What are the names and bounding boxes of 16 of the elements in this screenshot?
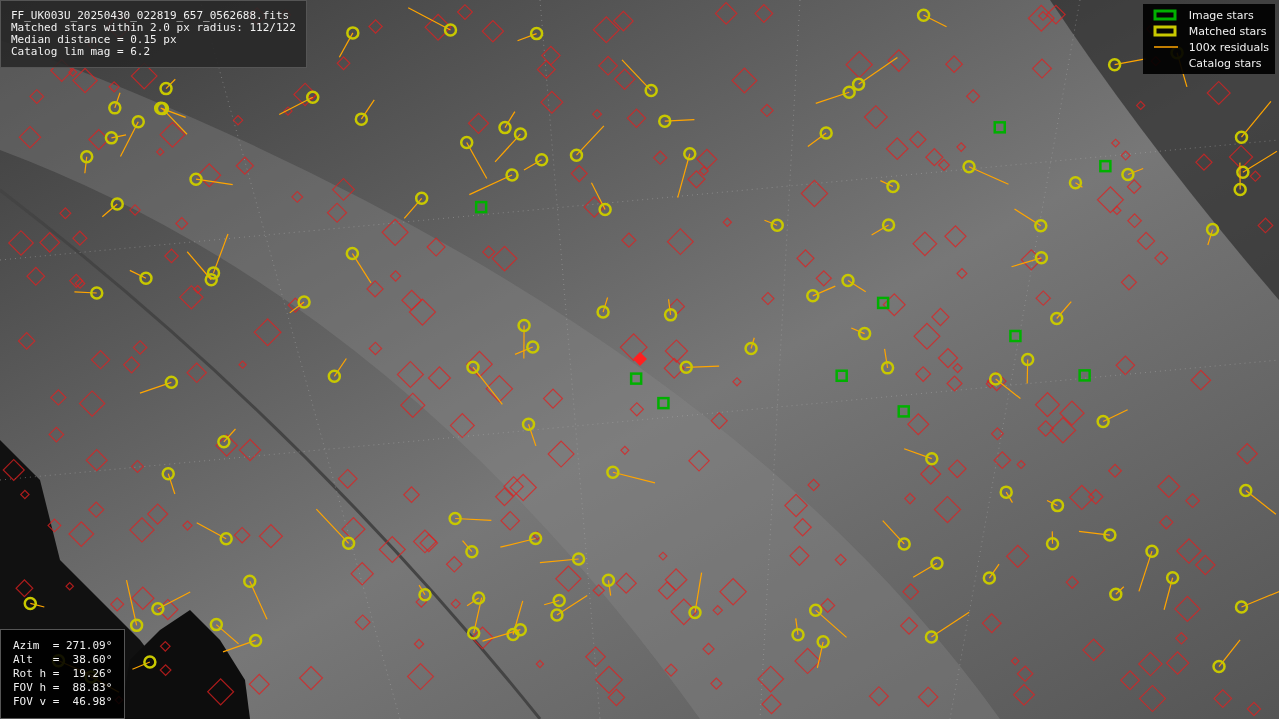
info-text: Median distance = 0.15 px bbox=[11, 34, 178, 46]
legend-label: 100x residuals bbox=[1188, 40, 1269, 54]
legend-label: Catalog stars bbox=[1188, 56, 1262, 70]
rectangle-swatch-icon bbox=[1153, 25, 1177, 37]
info-text: FOV v = 46.98° bbox=[13, 695, 113, 709]
info-text: Rot h = 19.26° bbox=[13, 667, 113, 681]
info-text: FF_UK003U_20250430_022819_657_0562688.fits bbox=[11, 10, 291, 22]
rectangle-swatch-icon bbox=[1153, 9, 1177, 21]
info-text: Catalog lim mag = 6.2 bbox=[11, 46, 152, 58]
info-text: Matched stars within 2.0 px radius: 112/122 bbox=[11, 22, 296, 34]
info-text: FOV h = 88.83° bbox=[13, 681, 113, 695]
legend-label: Matched stars bbox=[1188, 24, 1267, 38]
line-swatch-icon bbox=[1152, 46, 1179, 48]
legend-label: Image stars bbox=[1188, 8, 1254, 22]
info-text: Alt = 38.60° bbox=[13, 653, 113, 667]
info-text: Azim = 271.09° bbox=[13, 639, 113, 653]
